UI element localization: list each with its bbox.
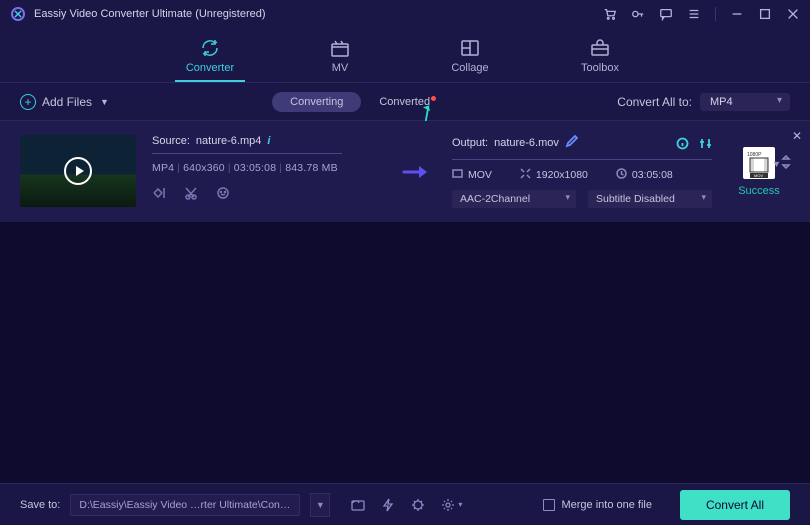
merge-checkbox[interactable]: Merge into one file <box>543 499 652 511</box>
nav-collage[interactable]: Collage <box>435 38 505 82</box>
gpu-accel-icon[interactable] <box>380 497 396 513</box>
output-thumb-col: 1080P MOV ▼ Success <box>728 135 790 208</box>
source-tools <box>152 186 380 200</box>
nav-label: Collage <box>451 62 488 74</box>
tab-converted[interactable]: Converted <box>361 92 454 112</box>
nav-label: Toolbox <box>581 62 619 74</box>
output-format-select[interactable]: MP4 <box>700 93 790 111</box>
out-resolution: 1920x1080 <box>536 169 588 181</box>
output-status: Success <box>738 185 780 197</box>
save-to-label: Save to: <box>20 499 60 511</box>
source-label: Source: <box>152 135 190 147</box>
footer: Save to: D:\Eassiy\Eassiy Video …rter Ul… <box>0 483 810 525</box>
cut-icon[interactable] <box>184 186 198 200</box>
file-row: ✕ Source: nature-6.mp4 i MP4|640x360|03:… <box>0 121 810 222</box>
format-icon <box>452 168 463 182</box>
settings-sliders-icon[interactable] <box>699 137 712 150</box>
output-meta: MOV 1920x1080 03:05:08 <box>452 168 712 182</box>
output-selects: AAC-2Channel Subtitle Disabled <box>452 190 712 208</box>
source-duration: 03:05:08 <box>234 162 276 174</box>
refresh-icon <box>199 38 221 58</box>
trim-icon[interactable] <box>152 186 166 200</box>
titlebar-left: Eassiy Video Converter Ultimate (Unregis… <box>10 6 266 22</box>
chevron-down-icon: ▼ <box>100 97 109 107</box>
source-resolution: 640x360 <box>183 162 225 174</box>
plus-icon: + <box>20 94 36 110</box>
subtitle-select[interactable]: Subtitle Disabled <box>588 190 712 208</box>
feedback-icon[interactable] <box>659 7 673 21</box>
open-folder-icon[interactable] <box>350 497 366 513</box>
info-circle-icon[interactable] <box>676 137 689 150</box>
nav-converter[interactable]: Converter <box>175 38 245 82</box>
chevron-down-icon[interactable]: ▼ <box>772 159 781 169</box>
output-filename: nature-6.mov <box>494 137 559 149</box>
merge-label: Merge into one file <box>561 499 652 511</box>
key-icon[interactable] <box>631 7 645 21</box>
menu-icon[interactable] <box>687 7 701 21</box>
out-duration: 03:05:08 <box>632 169 673 181</box>
source-size: 843.78 MB <box>285 162 338 174</box>
video-thumbnail[interactable] <box>20 135 136 207</box>
convert-all-to: Convert All to: MP4 <box>617 93 790 111</box>
nav-label: MV <box>332 62 349 74</box>
play-icon <box>64 157 92 185</box>
out-format: MOV <box>468 169 492 181</box>
svg-text:MOV: MOV <box>754 173 763 178</box>
media-icon <box>329 38 351 58</box>
status-tabs: Converting Converted <box>272 92 454 112</box>
source-meta: MP4|640x360|03:05:08|843.78 MB <box>152 162 380 174</box>
toolbox-icon <box>589 38 611 58</box>
clock-icon <box>616 168 627 182</box>
collage-icon <box>459 38 481 58</box>
minimize-icon[interactable] <box>730 7 744 21</box>
toolbar: + Add Files ▼ Converting Converted Conve… <box>0 83 810 121</box>
high-speed-icon[interactable] <box>410 497 426 513</box>
save-path-field[interactable]: D:\Eassiy\Eassiy Video …rter Ultimate\Co… <box>70 494 300 516</box>
source-column: Source: nature-6.mp4 i MP4|640x360|03:05… <box>152 135 380 208</box>
nav-label: Converter <box>186 62 234 74</box>
add-files-button[interactable]: + Add Files ▼ <box>20 94 109 110</box>
app-logo-icon <box>10 6 26 22</box>
resolution-icon <box>520 168 531 182</box>
remove-file-button[interactable]: ✕ <box>792 129 802 143</box>
output-header: Output: nature-6.mov <box>452 135 712 151</box>
titlebar: Eassiy Video Converter Ultimate (Unregis… <box>0 0 810 28</box>
divider <box>152 153 342 154</box>
convert-all-label: Convert All to: <box>617 95 692 109</box>
expand-handle-icon[interactable] <box>781 155 791 172</box>
convert-all-button[interactable]: Convert All <box>680 490 790 520</box>
close-icon[interactable] <box>786 7 800 21</box>
source-filename: nature-6.mp4 <box>196 135 261 147</box>
divider <box>715 7 716 21</box>
enhance-icon[interactable] <box>216 186 230 200</box>
output-format-thumb[interactable]: 1080P MOV <box>743 147 775 179</box>
output-column: Output: nature-6.mov MOV 1920x1080 03:05… <box>452 135 712 208</box>
titlebar-controls <box>603 7 800 21</box>
svg-text:1080P: 1080P <box>747 152 762 158</box>
save-path-dropdown[interactable]: ▼ <box>310 493 330 517</box>
divider <box>452 159 712 160</box>
main-nav: Converter MV Collage Toolbox <box>0 28 810 83</box>
audio-channel-select[interactable]: AAC-2Channel <box>452 190 576 208</box>
nav-toolbox[interactable]: Toolbox <box>565 38 635 82</box>
maximize-icon[interactable] <box>758 7 772 21</box>
app-title: Eassiy Video Converter Ultimate (Unregis… <box>34 8 266 20</box>
direction-arrow <box>396 135 436 208</box>
nav-mv[interactable]: MV <box>305 38 375 82</box>
content-area: ✕ Source: nature-6.mp4 i MP4|640x360|03:… <box>0 121 810 483</box>
notification-dot <box>431 96 436 101</box>
checkbox-icon <box>543 499 555 511</box>
output-label: Output: <box>452 137 488 149</box>
tab-converting[interactable]: Converting <box>272 92 361 112</box>
cart-icon[interactable] <box>603 7 617 21</box>
settings-gear-icon[interactable] <box>440 497 462 513</box>
add-files-label: Add Files <box>42 95 92 109</box>
edit-icon[interactable] <box>565 135 578 151</box>
footer-tools <box>350 497 462 513</box>
source-header: Source: nature-6.mp4 i <box>152 135 380 147</box>
source-format: MP4 <box>152 162 174 174</box>
info-icon[interactable]: i <box>267 135 270 147</box>
